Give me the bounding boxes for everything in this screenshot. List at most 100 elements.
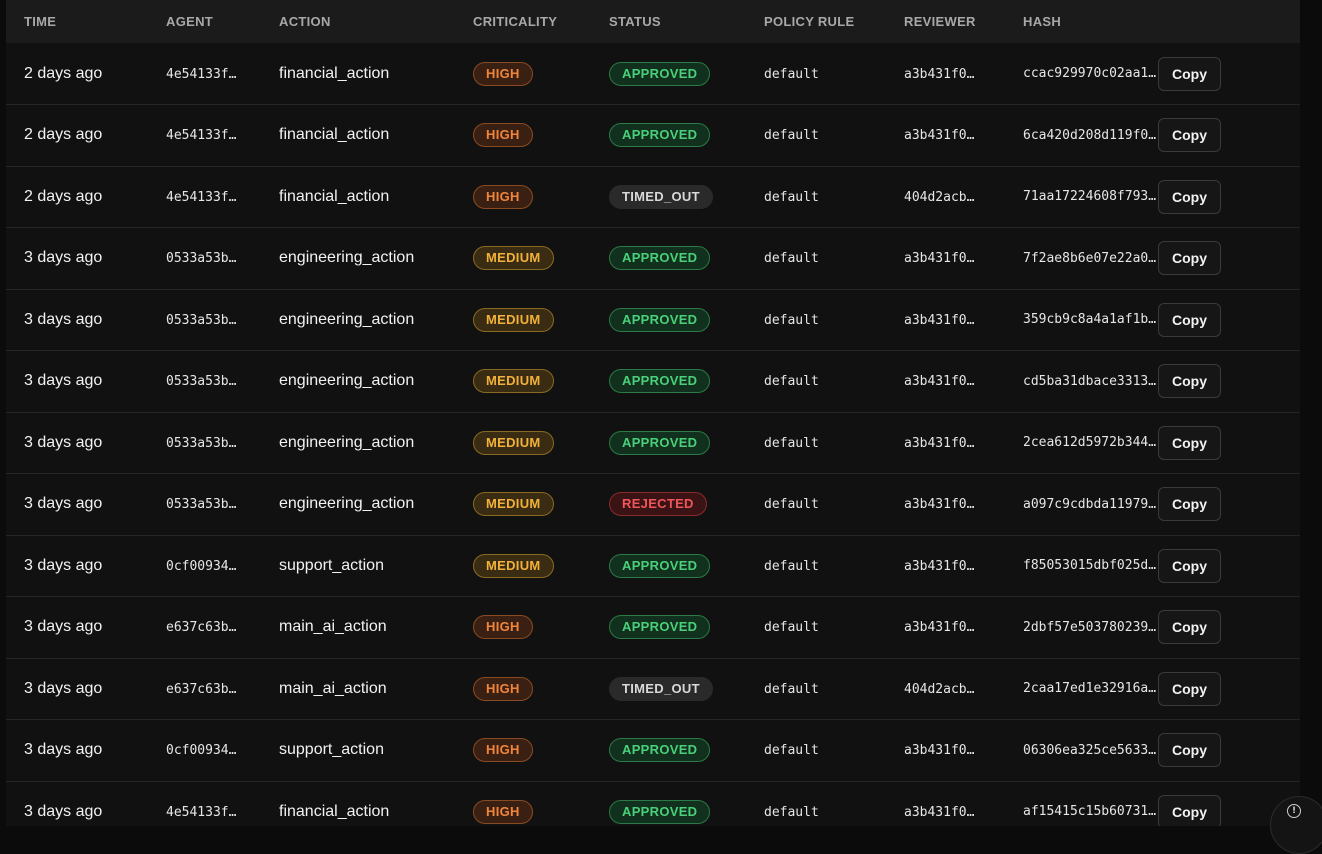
- row-time: 2 days ago: [24, 65, 102, 82]
- row-action: engineering_action: [279, 249, 414, 266]
- row-policy-rule: default: [764, 190, 819, 205]
- row-agent-id: 4e54133f…: [166, 190, 236, 205]
- row-agent-id: 0533a53b…: [166, 251, 236, 266]
- copy-hash-button[interactable]: Copy: [1158, 303, 1221, 337]
- hash-cell: 6ca420d208d119f0… Copy: [1023, 118, 1300, 152]
- row-policy-rule: default: [764, 313, 819, 328]
- row-time: 2 days ago: [24, 188, 102, 205]
- table-row: 3 days ago 4e54133f… financial_action HI…: [6, 781, 1300, 826]
- copy-hash-button[interactable]: Copy: [1158, 241, 1221, 275]
- row-hash: 6ca420d208d119f0…: [1023, 128, 1158, 143]
- hash-cell: 2cea612d5972b344… Copy: [1023, 426, 1300, 460]
- audit-log-table: TIME AGENT ACTION CRITICALITY STATUS POL…: [6, 0, 1300, 826]
- status-badge: APPROVED: [609, 615, 710, 639]
- header-action[interactable]: ACTION: [279, 0, 473, 43]
- row-agent-id: 0cf00934…: [166, 743, 236, 758]
- status-badge: TIMED_OUT: [609, 185, 713, 209]
- copy-hash-button[interactable]: Copy: [1158, 118, 1221, 152]
- row-action: financial_action: [279, 65, 389, 82]
- copy-hash-button[interactable]: Copy: [1158, 487, 1221, 521]
- hash-cell: 2dbf57e503780239… Copy: [1023, 610, 1300, 644]
- row-action: support_action: [279, 557, 384, 574]
- row-action: financial_action: [279, 126, 389, 143]
- row-action: financial_action: [279, 803, 389, 820]
- row-policy-rule: default: [764, 559, 819, 574]
- copy-hash-button[interactable]: Copy: [1158, 672, 1221, 706]
- row-hash: 2caa17ed1e32916a…: [1023, 681, 1158, 696]
- header-criticality[interactable]: CRITICALITY: [473, 0, 609, 43]
- row-reviewer-id: a3b431f0…: [904, 559, 974, 574]
- row-reviewer-id: a3b431f0…: [904, 313, 974, 328]
- header-hash[interactable]: HASH: [1023, 0, 1300, 43]
- copy-hash-button[interactable]: Copy: [1158, 733, 1221, 767]
- row-hash: 2cea612d5972b344…: [1023, 435, 1158, 450]
- info-icon: !: [1287, 804, 1301, 818]
- row-agent-id: 4e54133f…: [166, 67, 236, 82]
- criticality-badge: MEDIUM: [473, 431, 554, 455]
- hash-cell: af15415c15b60731… Copy: [1023, 795, 1300, 826]
- criticality-badge: HIGH: [473, 185, 533, 209]
- table-row: 3 days ago 0533a53b… engineering_action …: [6, 474, 1300, 536]
- copy-hash-button[interactable]: Copy: [1158, 426, 1221, 460]
- row-policy-rule: default: [764, 128, 819, 143]
- row-reviewer-id: a3b431f0…: [904, 805, 974, 820]
- table-row: 3 days ago 0cf00934… support_action HIGH…: [6, 720, 1300, 782]
- row-reviewer-id: 404d2acb…: [904, 190, 974, 205]
- row-time: 2 days ago: [24, 126, 102, 143]
- row-agent-id: 4e54133f…: [166, 128, 236, 143]
- row-agent-id: 0533a53b…: [166, 374, 236, 389]
- header-agent[interactable]: AGENT: [166, 0, 279, 43]
- criticality-badge: MEDIUM: [473, 308, 554, 332]
- table-row: 3 days ago 0533a53b… engineering_action …: [6, 412, 1300, 474]
- row-action: engineering_action: [279, 495, 414, 512]
- header-policy-rule[interactable]: POLICY RULE: [764, 0, 904, 43]
- status-badge: APPROVED: [609, 738, 710, 762]
- hash-cell: 359cb9c8a4a1af1b… Copy: [1023, 303, 1300, 337]
- row-agent-id: e637c63b…: [166, 682, 236, 697]
- row-policy-rule: default: [764, 67, 819, 82]
- row-time: 3 days ago: [24, 680, 102, 697]
- copy-hash-button[interactable]: Copy: [1158, 57, 1221, 91]
- row-reviewer-id: a3b431f0…: [904, 374, 974, 389]
- row-time: 3 days ago: [24, 495, 102, 512]
- info-button[interactable]: !: [1270, 796, 1322, 854]
- hash-cell: 7f2ae8b6e07e22a0… Copy: [1023, 241, 1300, 275]
- table-header-row: TIME AGENT ACTION CRITICALITY STATUS POL…: [6, 0, 1300, 43]
- row-action: main_ai_action: [279, 618, 387, 635]
- row-action: financial_action: [279, 188, 389, 205]
- header-reviewer[interactable]: REVIEWER: [904, 0, 1023, 43]
- status-badge: APPROVED: [609, 62, 710, 86]
- row-reviewer-id: a3b431f0…: [904, 128, 974, 143]
- criticality-badge: HIGH: [473, 738, 533, 762]
- hash-cell: a097c9cdbda11979… Copy: [1023, 487, 1300, 521]
- row-policy-rule: default: [764, 251, 819, 266]
- row-time: 3 days ago: [24, 249, 102, 266]
- row-policy-rule: default: [764, 805, 819, 820]
- status-badge: APPROVED: [609, 431, 710, 455]
- copy-hash-button[interactable]: Copy: [1158, 795, 1221, 826]
- copy-hash-button[interactable]: Copy: [1158, 364, 1221, 398]
- status-badge: APPROVED: [609, 246, 710, 270]
- row-action: engineering_action: [279, 372, 414, 389]
- header-status[interactable]: STATUS: [609, 0, 764, 43]
- criticality-badge: HIGH: [473, 677, 533, 701]
- criticality-badge: HIGH: [473, 62, 533, 86]
- row-hash: 06306ea325ce5633…: [1023, 743, 1158, 758]
- table-row: 3 days ago 0533a53b… engineering_action …: [6, 351, 1300, 413]
- table-row: 3 days ago 0533a53b… engineering_action …: [6, 289, 1300, 351]
- row-time: 3 days ago: [24, 557, 102, 574]
- row-hash: 71aa17224608f793…: [1023, 189, 1158, 204]
- row-policy-rule: default: [764, 436, 819, 451]
- row-time: 3 days ago: [24, 311, 102, 328]
- row-policy-rule: default: [764, 743, 819, 758]
- row-agent-id: 0533a53b…: [166, 436, 236, 451]
- row-time: 3 days ago: [24, 372, 102, 389]
- copy-hash-button[interactable]: Copy: [1158, 610, 1221, 644]
- copy-hash-button[interactable]: Copy: [1158, 549, 1221, 583]
- hash-cell: cd5ba31dbace3313… Copy: [1023, 364, 1300, 398]
- row-agent-id: 0cf00934…: [166, 559, 236, 574]
- table-row: 3 days ago 0cf00934… support_action MEDI…: [6, 535, 1300, 597]
- header-time[interactable]: TIME: [6, 0, 166, 43]
- copy-hash-button[interactable]: Copy: [1158, 180, 1221, 214]
- status-badge: REJECTED: [609, 492, 707, 516]
